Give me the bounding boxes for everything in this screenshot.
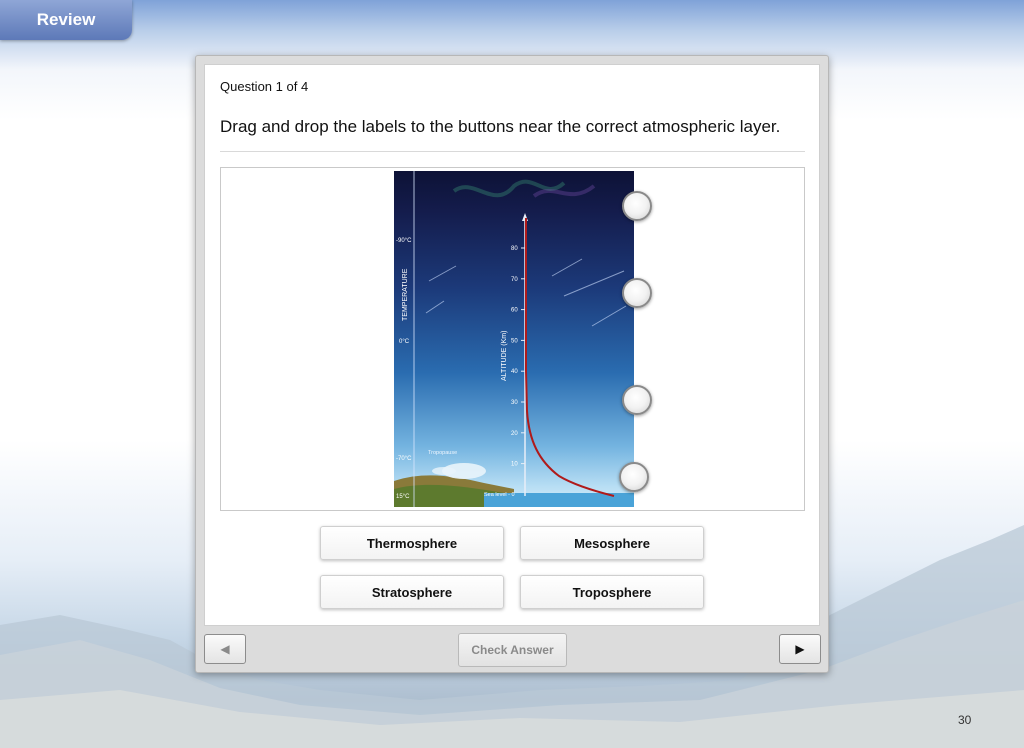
previous-button[interactable]: ◀: [204, 634, 246, 664]
altitude-tick-label: 30: [511, 400, 518, 406]
tropopause-label: Tropopause: [428, 450, 457, 456]
right-arrow-icon: ▶: [795, 642, 805, 656]
altitude-axis-label: ALTITUDE (Km): [501, 331, 508, 381]
label-mesosphere[interactable]: Mesosphere: [520, 526, 704, 560]
altitude-tick-label: 60: [511, 308, 518, 314]
label-text: Stratosphere: [371, 584, 453, 600]
altitude-tick-label: 50: [511, 338, 518, 344]
temperature-axis-label: TEMPERATURE: [402, 268, 409, 321]
atmosphere-diagram: -90°C 0°C -70°C 15°C TEMPERATURE 80 70 60 5…: [394, 171, 634, 507]
altitude-tick-label: 40: [511, 369, 518, 375]
question-prompt: Drag and drop the labels to the buttons …: [220, 117, 781, 136]
divider: [220, 151, 805, 152]
label-text: Thermosphere: [366, 535, 458, 551]
label-text: Troposphere: [572, 584, 652, 600]
temp-tick-minus-70: -70°C: [396, 456, 412, 462]
label-text: Mesosphere: [574, 535, 650, 551]
label-troposphere[interactable]: Troposphere: [520, 575, 704, 609]
altitude-tick-label: 70: [511, 277, 518, 283]
review-label: Review: [36, 10, 96, 29]
temp-tick-0: 0°C: [399, 339, 410, 345]
question-content: Question 1 of 4 Drag and drop the labels…: [204, 64, 820, 626]
diagram-frame: -90°C 0°C -70°C 15°C TEMPERATURE 80 70 60 5…: [220, 167, 805, 511]
sea-level-label: Sea level - 0: [484, 492, 515, 498]
review-tab[interactable]: Review: [0, 0, 132, 40]
drop-target-3[interactable]: [622, 385, 652, 415]
altitude-tick-label: 20: [511, 431, 518, 437]
next-button[interactable]: ▶: [779, 634, 821, 664]
temp-tick-minus-90: -90°C: [396, 238, 412, 244]
drop-target-1[interactable]: [622, 191, 652, 221]
check-answer-button[interactable]: Check Answer: [458, 633, 567, 667]
question-panel: Question 1 of 4 Drag and drop the labels…: [195, 55, 829, 673]
drop-target-4[interactable]: [619, 462, 649, 492]
altitude-tick-label: 80: [511, 246, 518, 252]
question-counter: Question 1 of 4: [220, 79, 309, 94]
temp-tick-15: 15°C: [396, 494, 410, 500]
page-number: 30: [958, 713, 972, 727]
check-answer-label: Check Answer: [471, 643, 554, 657]
left-arrow-icon: ◀: [220, 642, 230, 656]
drop-target-2[interactable]: [622, 278, 652, 308]
label-stratosphere[interactable]: Stratosphere: [320, 575, 504, 609]
altitude-tick-label: 10: [511, 462, 518, 468]
label-thermosphere[interactable]: Thermosphere: [320, 526, 504, 560]
